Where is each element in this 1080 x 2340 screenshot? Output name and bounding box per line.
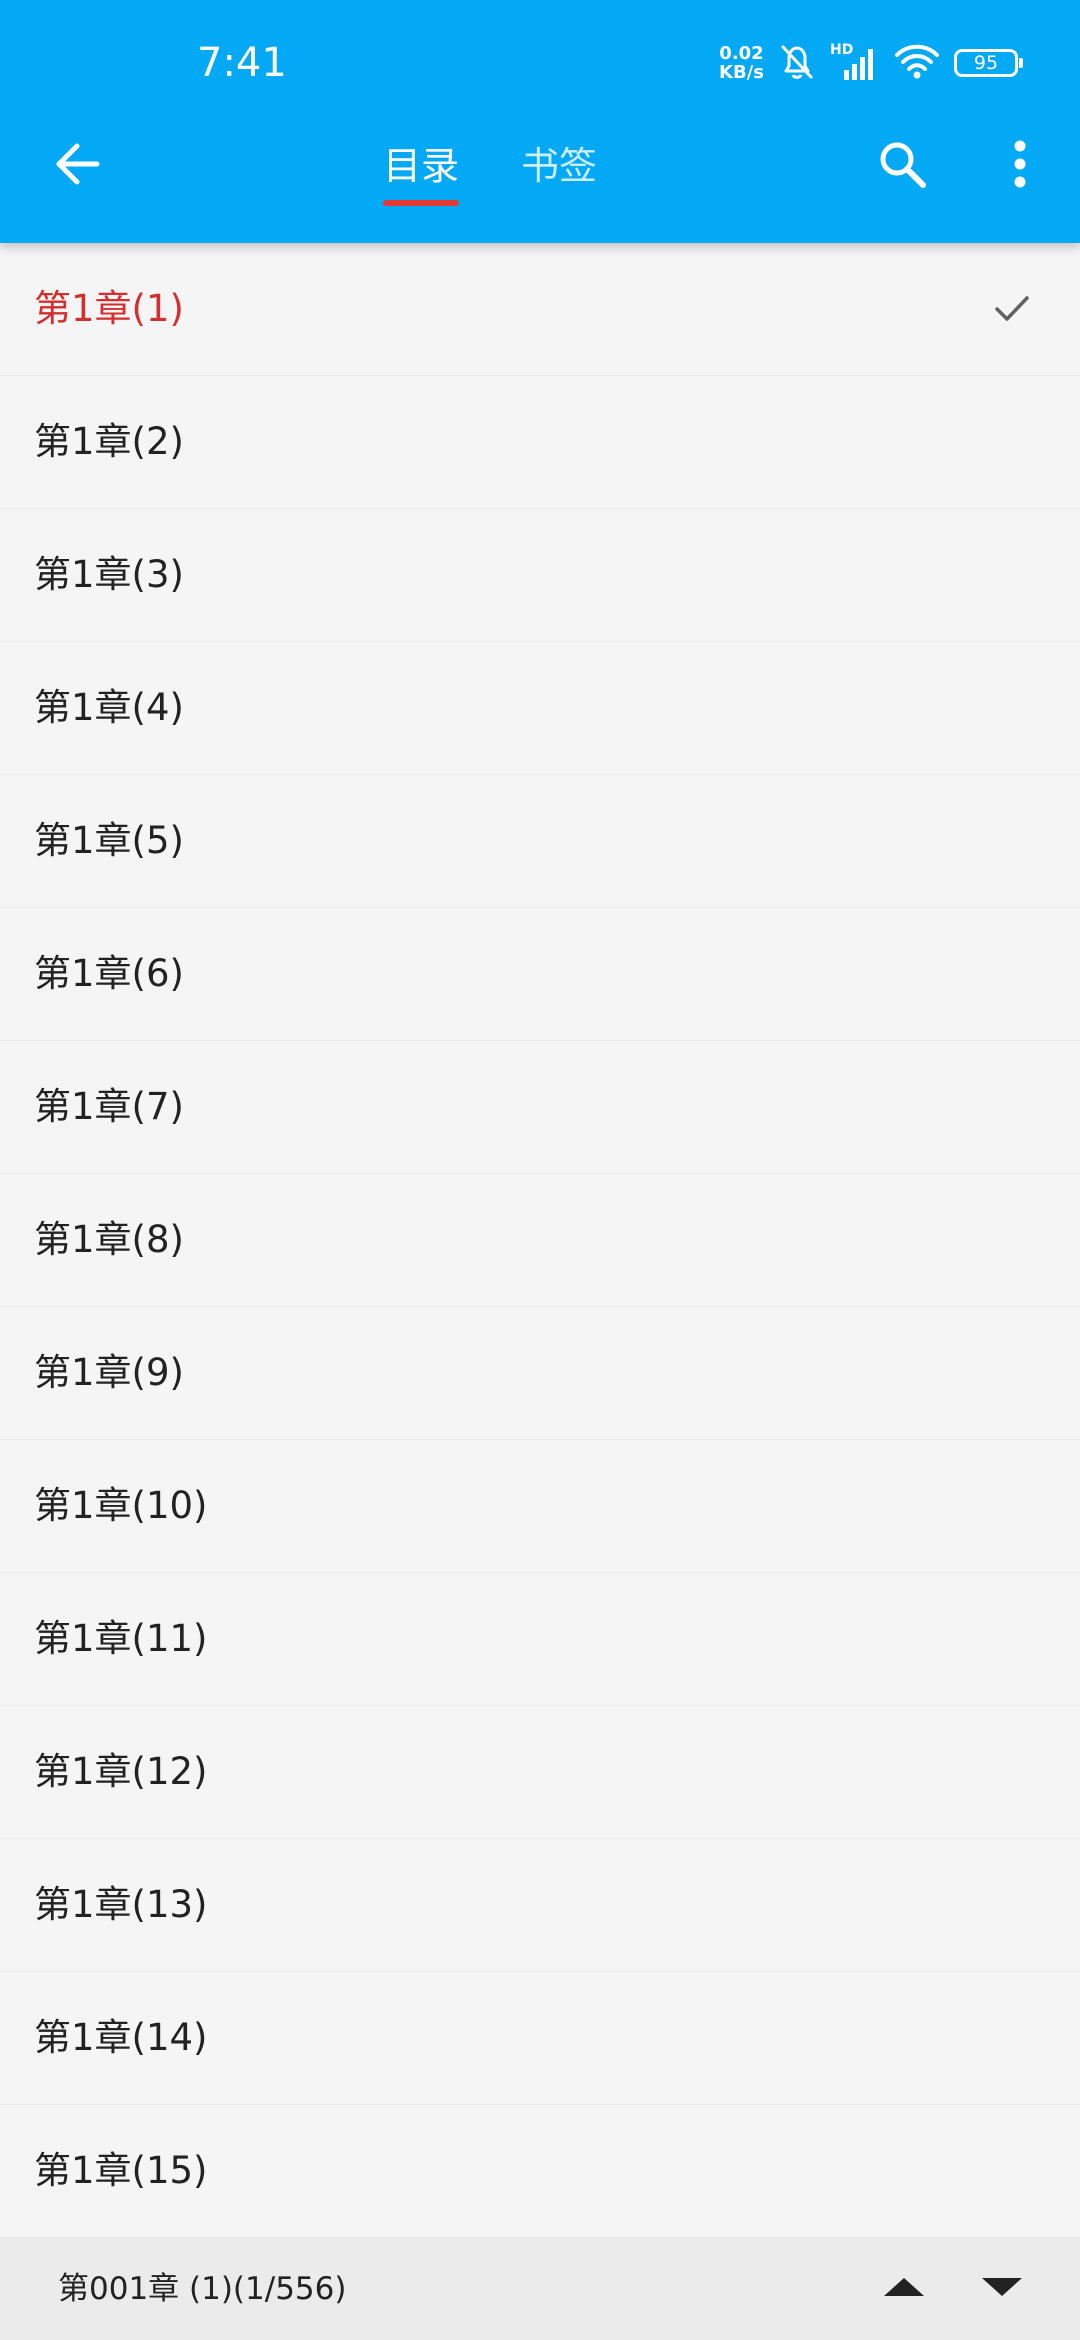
chapter-item[interactable]: 第1章(1) xyxy=(0,243,1080,376)
chapter-title: 第1章(1) xyxy=(34,287,184,330)
search-icon xyxy=(876,138,928,194)
tab-bookmarks[interactable]: 书签 xyxy=(521,118,597,214)
battery-level: 95 xyxy=(973,52,999,74)
chapter-title: 第1章(8) xyxy=(34,1218,184,1261)
triangle-up-icon xyxy=(882,2276,926,2302)
chapter-title: 第1章(15) xyxy=(34,2149,208,2192)
more-options-button[interactable] xyxy=(1000,136,1040,196)
tab-bar: 目录 书签 xyxy=(383,118,597,214)
status-time: 7:41 xyxy=(197,40,287,86)
current-position-label: 第001章 (1)(1/556) xyxy=(58,2271,347,2307)
chapter-item[interactable]: 第1章(3) xyxy=(0,509,1080,642)
chapter-title: 第1章(10) xyxy=(34,1484,208,1527)
chapter-title: 第1章(6) xyxy=(34,952,184,995)
search-button[interactable] xyxy=(872,136,932,196)
chapter-title: 第1章(2) xyxy=(34,420,184,463)
status-icons: 0.02 KB/s HD 95 xyxy=(719,38,1023,88)
chapter-title: 第1章(13) xyxy=(34,1883,208,1926)
chapter-item[interactable]: 第1章(10) xyxy=(0,1440,1080,1573)
app-bar: 7:41 0.02 KB/s HD 95 目录 书签 xyxy=(0,0,1080,243)
chapter-item[interactable]: 第1章(12) xyxy=(0,1706,1080,1839)
bell-off-icon xyxy=(778,41,816,85)
chapter-item[interactable]: 第1章(15) xyxy=(0,2105,1080,2238)
chapter-title: 第1章(3) xyxy=(34,553,184,596)
chapter-item[interactable]: 第1章(7) xyxy=(0,1041,1080,1174)
chapter-item[interactable]: 第1章(4) xyxy=(0,642,1080,775)
chapter-item[interactable]: 第1章(11) xyxy=(0,1573,1080,1706)
back-button[interactable] xyxy=(44,136,110,196)
chapter-item[interactable]: 第1章(6) xyxy=(0,908,1080,1041)
chapter-title: 第1章(4) xyxy=(34,686,184,729)
scroll-up-button[interactable] xyxy=(874,2264,934,2314)
chapter-title: 第1章(14) xyxy=(34,2016,208,2059)
chapter-item[interactable]: 第1章(8) xyxy=(0,1174,1080,1307)
bottom-bar: 第001章 (1)(1/556) xyxy=(0,2238,1080,2340)
chapter-title: 第1章(9) xyxy=(34,1351,184,1394)
wifi-icon xyxy=(894,41,940,85)
network-speed: 0.02 KB/s xyxy=(719,44,764,82)
chapter-list[interactable]: 第1章(1) 第1章(2) 第1章(3) 第1章(4) 第1章(5) 第1章(6… xyxy=(0,243,1080,2238)
chapter-item[interactable]: 第1章(2) xyxy=(0,376,1080,509)
arrow-left-icon xyxy=(53,142,101,190)
chapter-item[interactable]: 第1章(13) xyxy=(0,1839,1080,1972)
checkmark-icon xyxy=(988,285,1036,333)
network-speed-unit: KB/s xyxy=(719,62,764,83)
triangle-down-icon xyxy=(980,2276,1024,2302)
chapter-title: 第1章(12) xyxy=(34,1750,208,1793)
more-vertical-icon xyxy=(1013,139,1027,193)
scroll-down-button[interactable] xyxy=(972,2264,1032,2314)
battery-icon: 95 xyxy=(954,49,1023,77)
chapter-title: 第1章(7) xyxy=(34,1085,184,1128)
chapter-item[interactable]: 第1章(5) xyxy=(0,775,1080,908)
cell-signal-icon: HD xyxy=(830,43,880,83)
chapter-title: 第1章(11) xyxy=(34,1617,208,1660)
tab-contents[interactable]: 目录 xyxy=(383,118,460,214)
chapter-item[interactable]: 第1章(9) xyxy=(0,1307,1080,1440)
network-speed-value: 0.02 xyxy=(719,43,764,64)
chapter-item[interactable]: 第1章(14) xyxy=(0,1972,1080,2105)
chapter-title: 第1章(5) xyxy=(34,819,184,862)
